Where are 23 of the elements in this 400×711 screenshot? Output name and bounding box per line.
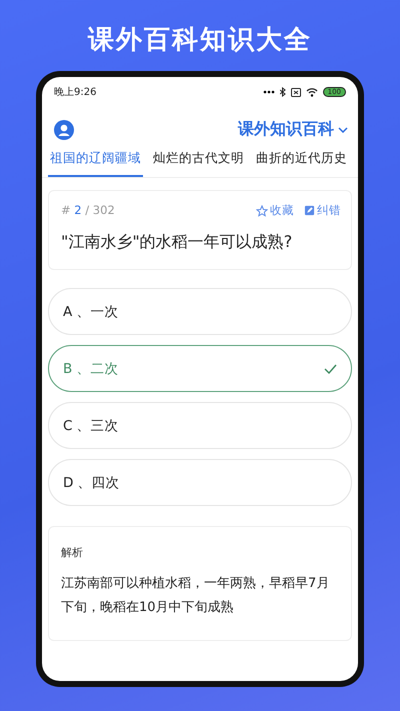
status-time: 晚上9:26 bbox=[54, 86, 96, 99]
question-number: # 2 / 302 bbox=[61, 203, 115, 218]
avatar-icon[interactable] bbox=[54, 120, 74, 140]
app-title[interactable]: 课外知识百科 bbox=[238, 119, 334, 140]
category-tab[interactable]: 祖国的辽阔疆域 bbox=[48, 150, 143, 177]
category-tab[interactable]: 灿烂的古代文明 bbox=[151, 150, 246, 177]
sim-icon bbox=[290, 88, 301, 96]
chevron-down-icon[interactable] bbox=[338, 126, 348, 132]
signal-dots-icon bbox=[262, 90, 275, 94]
bluetooth-icon bbox=[280, 87, 286, 97]
star-icon bbox=[256, 204, 268, 216]
answer-option[interactable]: C 、三次 bbox=[48, 402, 352, 449]
category-tab[interactable]: 曲折的近代历史 bbox=[254, 150, 349, 177]
analysis-title: 解析 bbox=[61, 545, 84, 560]
answer-option[interactable]: B 、二次 bbox=[48, 345, 352, 392]
check-icon bbox=[324, 364, 337, 374]
edit-icon bbox=[304, 205, 315, 216]
answer-option[interactable]: A 、一次 bbox=[48, 288, 352, 335]
analysis-text: 江苏南部可以种植水稻，一年两熟，早稻早7月下旬，晚稻在10月中下旬成熟 bbox=[61, 575, 330, 617]
headline: 课外百科知识大全 bbox=[88, 24, 312, 57]
answer-option[interactable]: D 、四次 bbox=[48, 459, 352, 506]
question-text: "江南水乡"的水稻一年可以成熟? bbox=[61, 232, 294, 253]
wifi-icon bbox=[306, 88, 318, 96]
